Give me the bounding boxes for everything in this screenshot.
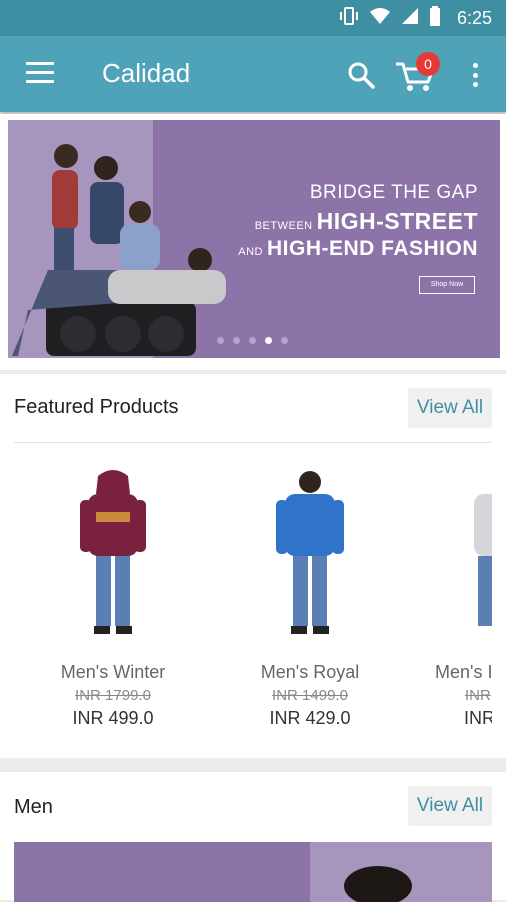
section-title: Men <box>14 796 53 818</box>
product-card[interactable]: Men's Royal INR 1499.0 INR 429.0 <box>245 464 375 729</box>
battery-icon <box>429 5 441 31</box>
wifi-icon <box>369 7 391 30</box>
cart-count-badge[interactable]: 0 <box>416 52 440 76</box>
product-card[interactable]: Men's Winter INR 1799.0 INR 499.0 <box>48 464 178 729</box>
product-card-partial-clip: Men's I INR INR <box>430 464 492 758</box>
product-name: Men's Royal <box>260 662 360 682</box>
search-icon[interactable] <box>346 60 376 90</box>
status-icons: 6:25 <box>339 0 492 36</box>
product-old-price: INR 1499.0 <box>272 687 348 704</box>
product-name: Men's I <box>435 662 492 682</box>
carousel-dot[interactable] <box>217 337 224 344</box>
carousel-dot[interactable] <box>281 337 288 344</box>
menu-icon[interactable] <box>26 62 54 84</box>
shop-now-button[interactable]: Shop Now <box>419 276 475 294</box>
vibrate-icon <box>339 6 359 30</box>
status-bar: 6:25 <box>0 0 506 36</box>
men-category-banner[interactable] <box>14 842 492 902</box>
status-time: 6:25 <box>456 7 492 28</box>
banner-headline: BRIDGE THE GAP BETWEEN HIGH-STREET AND HIG… <box>238 182 478 261</box>
product-price: INR <box>464 708 492 728</box>
banner-line2-small: BETWEEN <box>254 220 313 232</box>
banner-line1: BRIDGE THE GAP <box>309 182 478 203</box>
men-section: Men View All <box>0 772 506 902</box>
app-title: Calidad <box>102 58 191 88</box>
carousel-indicator[interactable] <box>217 337 288 344</box>
signal-icon <box>401 7 419 30</box>
men-banner-image <box>344 866 412 902</box>
product-image[interactable] <box>430 464 492 644</box>
product-image[interactable] <box>48 464 178 644</box>
view-all-button[interactable]: View All <box>408 388 492 428</box>
featured-products-section: Featured Products View All Men's Winter … <box>0 374 506 758</box>
banner-models-image <box>12 144 226 356</box>
more-vert-icon[interactable] <box>468 60 482 90</box>
carousel-dot[interactable] <box>249 337 256 344</box>
product-price: INR 429.0 <box>269 708 351 728</box>
banner-card: BRIDGE THE GAP BETWEEN HIGH-STREET AND HIG… <box>0 114 506 370</box>
banner-line3-small: AND <box>238 246 263 258</box>
product-name: Men's Winter <box>60 662 166 682</box>
view-all-button[interactable]: View All <box>408 786 492 826</box>
section-title: Featured Products <box>14 396 179 418</box>
product-card[interactable]: Men's I INR INR <box>430 464 492 729</box>
product-image[interactable] <box>245 464 375 644</box>
carousel-dot-active[interactable] <box>265 337 272 344</box>
banner-line3-big: HIGH-END FASHION <box>266 237 478 260</box>
product-old-price: INR <box>465 687 491 704</box>
product-old-price: INR 1799.0 <box>75 687 151 704</box>
promo-banner[interactable]: BRIDGE THE GAP BETWEEN HIGH-STREET AND HIG… <box>8 120 500 358</box>
banner-line2-big: HIGH-STREET <box>316 208 478 234</box>
product-price: INR 499.0 <box>72 708 154 728</box>
carousel-dot[interactable] <box>233 337 240 344</box>
